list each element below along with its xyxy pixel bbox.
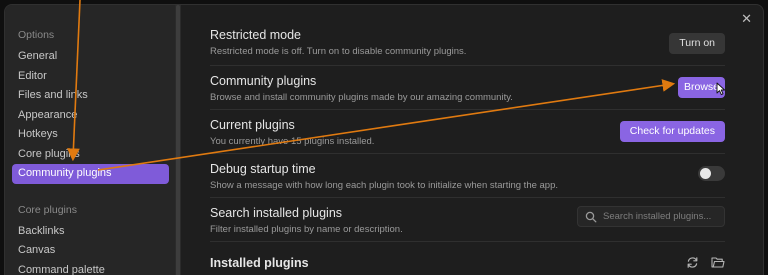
setting-description: Restricted mode is off. Turn on to disab… (210, 46, 467, 57)
folder-icon[interactable] (711, 256, 725, 269)
settings-content: ✕ Restricted mode Restricted mode is off… (181, 5, 763, 275)
turn-on-button[interactable]: Turn on (669, 33, 725, 54)
sidebar-heading-options: Options (18, 29, 55, 41)
setting-description: Show a message with how long each plugin… (210, 180, 559, 191)
search-icon (585, 211, 597, 223)
settings-sidebar: Options General Editor Files and links A… (5, 5, 175, 275)
search-placeholder: Search installed plugins... (603, 211, 712, 222)
setting-title: Debug startup time (210, 162, 316, 176)
sidebar-item-hotkeys[interactable]: Hotkeys (12, 125, 169, 145)
installed-plugins-actions (686, 256, 725, 269)
setting-description: Browse and install community plugins mad… (210, 92, 513, 103)
setting-debug-startup-time: Debug startup time Show a message with h… (210, 153, 725, 197)
sidebar-item-community-plugins[interactable]: Community plugins (12, 164, 169, 184)
sidebar-item-general[interactable]: General (12, 47, 169, 67)
sidebar-item-editor[interactable]: Editor (12, 67, 169, 87)
reload-icon[interactable] (686, 256, 699, 269)
sidebar-item-canvas[interactable]: Canvas (12, 241, 169, 261)
sidebar-scroll-thumb[interactable] (176, 5, 180, 275)
mouse-cursor-icon (716, 82, 726, 96)
toggle-knob (700, 168, 711, 179)
check-for-updates-button[interactable]: Check for updates (619, 121, 725, 142)
sidebar-heading-core-plugins: Core plugins (18, 203, 77, 216)
sidebar-item-core-plugins[interactable]: Core plugins (12, 145, 169, 165)
sidebar-item-appearance[interactable]: Appearance (12, 106, 169, 126)
sidebar-item-command-palette[interactable]: Command palette (12, 261, 169, 275)
setting-current-plugins: Current plugins You currently have 15 pl… (210, 109, 725, 153)
setting-community-plugins: Community plugins Browse and install com… (210, 65, 725, 109)
settings-modal: Options General Editor Files and links A… (4, 4, 764, 275)
setting-title: Restricted mode (210, 28, 302, 42)
sidebar-item-files-and-links[interactable]: Files and links (12, 86, 169, 106)
setting-title: Community plugins (210, 74, 317, 88)
setting-search-installed-plugins: Search installed plugins Filter installe… (210, 197, 725, 241)
sidebar-item-backlinks[interactable]: Backlinks (12, 222, 169, 242)
debug-startup-toggle[interactable] (698, 166, 725, 181)
close-icon[interactable]: ✕ (741, 11, 752, 27)
search-installed-plugins-input[interactable]: Search installed plugins... (577, 206, 725, 227)
installed-plugins-header: Installed plugins (210, 241, 725, 275)
setting-restricted-mode: Restricted mode Restricted mode is off. … (210, 28, 725, 64)
installed-plugins-title: Installed plugins (210, 256, 309, 270)
